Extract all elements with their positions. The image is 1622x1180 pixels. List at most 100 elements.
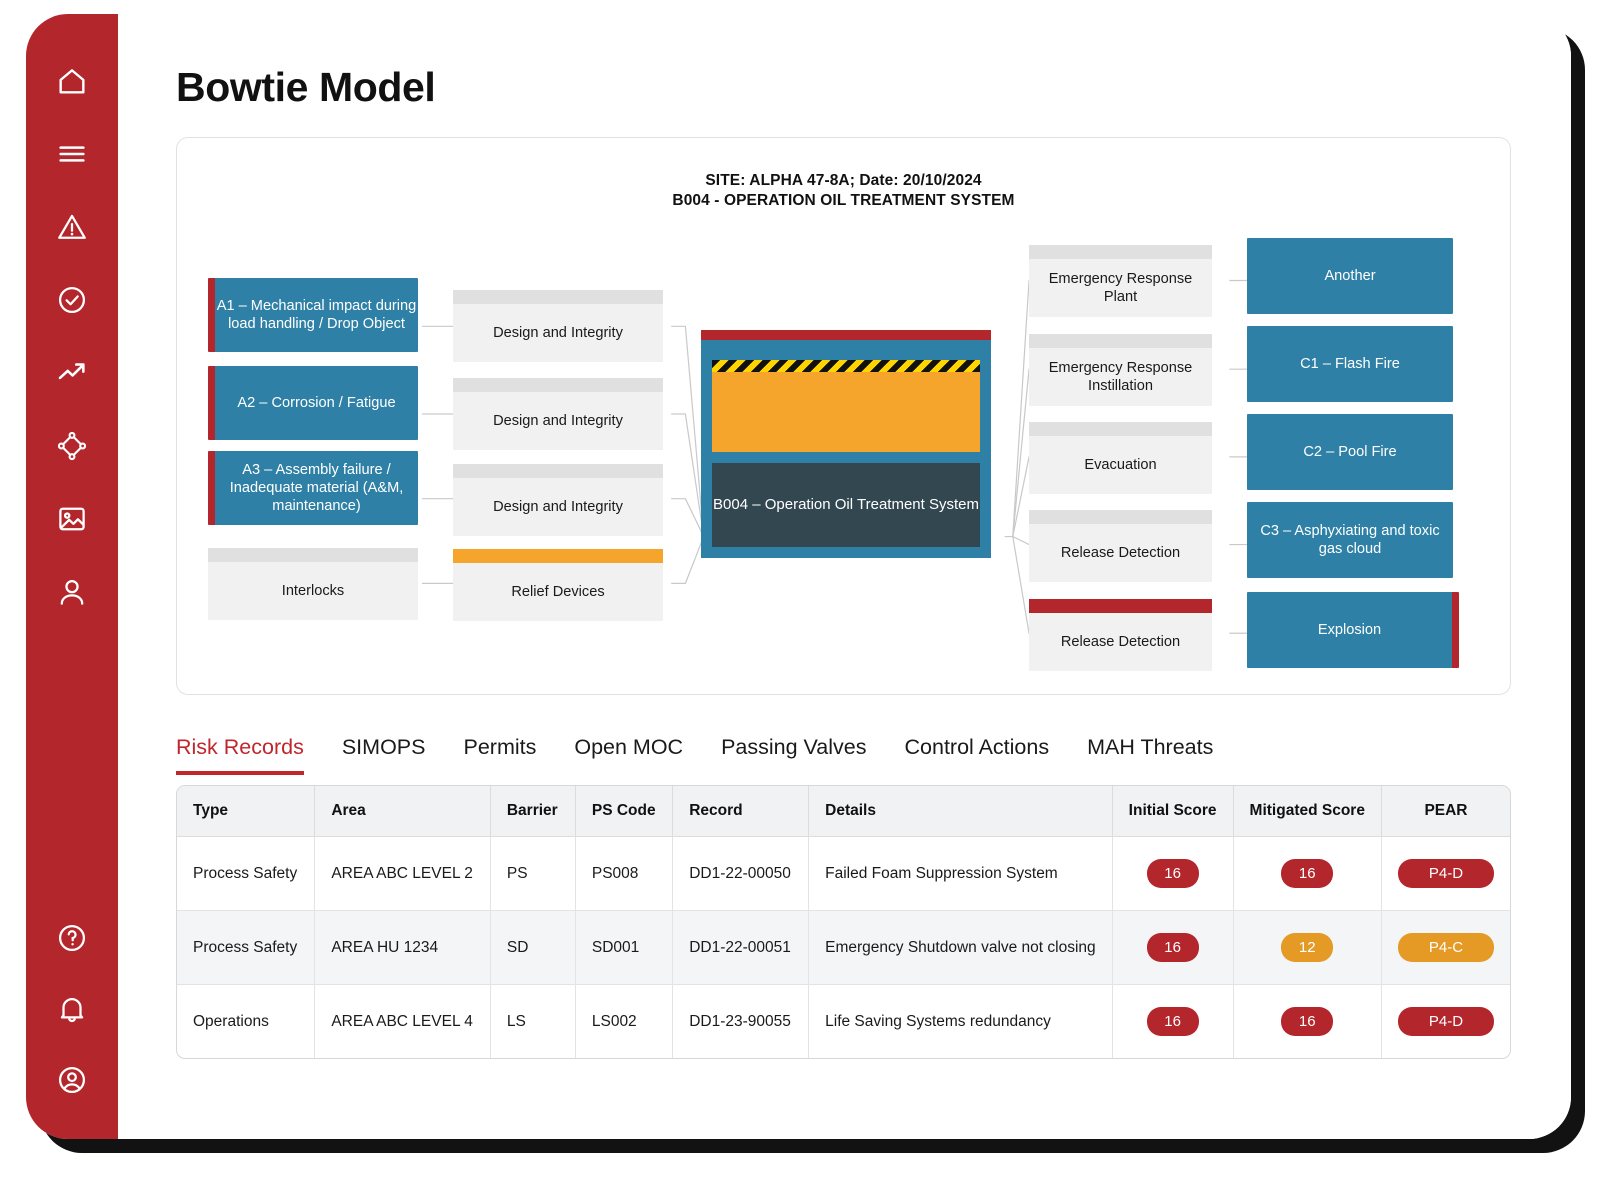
barrier-label: Evacuation xyxy=(1084,456,1157,473)
barrier-label: Emergency Response Instillation xyxy=(1048,359,1193,394)
check-circle-icon[interactable] xyxy=(55,283,89,317)
consequence-node-c1[interactable]: C1 – Flash Fire xyxy=(1247,326,1453,402)
barrier-label: Emergency Response Plant xyxy=(1048,270,1193,305)
account-circle-icon[interactable] xyxy=(55,1063,89,1097)
table-row[interactable]: Process Safety AREA HU 1234 SD SD001 DD1… xyxy=(177,910,1510,985)
prevention-barrier-3[interactable]: Design and Integrity xyxy=(453,464,663,536)
cell-initial-score: 16 xyxy=(1112,836,1234,911)
cell-details: Failed Foam Suppression System xyxy=(808,836,1113,911)
barrier-cap xyxy=(1029,422,1212,436)
mitigation-barrier-5[interactable]: Release Detection xyxy=(1029,599,1212,671)
tab-simops[interactable]: SIMOPS xyxy=(342,735,426,775)
cell-ps-code: PS008 xyxy=(575,836,674,911)
cell-area: AREA HU 1234 xyxy=(314,910,491,985)
menu-icon[interactable] xyxy=(55,137,89,171)
trending-up-icon[interactable] xyxy=(55,356,89,390)
status-badge: 16 xyxy=(1281,859,1334,888)
threat-node-a2[interactable]: A2 – Corrosion / Fatigue xyxy=(208,366,418,440)
status-badge: 16 xyxy=(1146,933,1199,962)
hazard-center-node[interactable]: B004 – Operation Oil Treatment System xyxy=(701,330,991,558)
cell-area: AREA ABC LEVEL 2 xyxy=(314,836,491,911)
consequence-label: C2 – Pool Fire xyxy=(1303,443,1397,460)
tab-risk-records[interactable]: Risk Records xyxy=(176,735,304,775)
cell-pear: P4-C xyxy=(1381,910,1510,985)
column-header-pear[interactable]: PEAR xyxy=(1381,786,1510,837)
cell-pear: P4-D xyxy=(1381,836,1510,911)
cell-barrier: LS xyxy=(490,984,576,1058)
column-header-initial-score[interactable]: Initial Score xyxy=(1112,786,1234,837)
consequence-node-another[interactable]: Another xyxy=(1247,238,1453,314)
warning-triangle-icon[interactable] xyxy=(55,210,89,244)
consequence-node-c2[interactable]: C2 – Pool Fire xyxy=(1247,414,1453,490)
cell-record: DD1-22-00050 xyxy=(672,836,810,911)
mitigation-barrier-2[interactable]: Emergency Response Instillation xyxy=(1029,334,1212,406)
barrier-label: Design and Integrity xyxy=(493,324,623,341)
hazard-top-bar xyxy=(701,330,991,340)
column-header-record[interactable]: Record xyxy=(672,786,810,837)
status-badge: 16 xyxy=(1281,1007,1334,1036)
status-badge: 16 xyxy=(1146,859,1199,888)
tab-mah-threats[interactable]: MAH Threats xyxy=(1087,735,1213,775)
consequence-label: Explosion xyxy=(1317,621,1382,638)
help-circle-icon[interactable] xyxy=(55,921,89,955)
mitigation-barrier-4[interactable]: Release Detection xyxy=(1029,510,1212,582)
tab-control-actions[interactable]: Control Actions xyxy=(905,735,1050,775)
cell-initial-score: 16 xyxy=(1112,910,1234,985)
column-header-type[interactable]: Type xyxy=(177,786,316,837)
barrier-cap xyxy=(453,549,663,563)
barrier-label: Design and Integrity xyxy=(493,412,623,429)
tab-passing-valves[interactable]: Passing Valves xyxy=(721,735,866,775)
status-badge: P4-D xyxy=(1397,859,1494,888)
hazard-label: B004 – Operation Oil Treatment System xyxy=(713,496,979,514)
status-badge: P4-C xyxy=(1397,933,1494,962)
threat-label: A1 – Mechanical impact during load handl… xyxy=(216,297,417,332)
sidebar-bottom-nav xyxy=(26,921,118,1097)
consequence-node-explosion[interactable]: Explosion xyxy=(1247,592,1459,668)
cell-record: DD1-22-00051 xyxy=(672,910,810,985)
cell-barrier: SD xyxy=(490,910,576,985)
prevention-barrier-2[interactable]: Design and Integrity xyxy=(453,378,663,450)
home-icon[interactable] xyxy=(55,64,89,98)
network-nodes-icon[interactable] xyxy=(55,429,89,463)
column-header-details[interactable]: Details xyxy=(808,786,1113,837)
app-window: Bowtie Model SITE: ALPHA 47-8A; Date: 20… xyxy=(26,14,1571,1139)
cell-details: Life Saving Systems redundancy xyxy=(808,984,1113,1058)
threat-node-a3[interactable]: A3 – Assembly failure / Inadequate mater… xyxy=(208,451,418,525)
cell-type: Operations xyxy=(177,984,316,1058)
tab-permits[interactable]: Permits xyxy=(463,735,536,775)
sidebar xyxy=(26,14,118,1139)
prevention-barrier-4[interactable]: Relief Devices xyxy=(453,549,663,621)
consequence-label: C1 – Flash Fire xyxy=(1300,355,1400,372)
image-icon[interactable] xyxy=(55,502,89,536)
barrier-label: Relief Devices xyxy=(511,583,605,600)
cell-ps-code: LS002 xyxy=(575,984,674,1058)
barrier-cap xyxy=(208,548,418,562)
column-header-ps-code[interactable]: PS Code xyxy=(575,786,674,837)
consequence-node-c3[interactable]: C3 – Asphyxiating and toxic gas cloud xyxy=(1247,502,1453,578)
cell-initial-score: 16 xyxy=(1112,984,1234,1058)
hazard-orange-panel xyxy=(712,360,980,452)
cell-mitigated-score: 16 xyxy=(1233,836,1382,911)
table-row[interactable]: Process Safety AREA ABC LEVEL 2 PS PS008… xyxy=(177,836,1510,911)
threat-node-a1[interactable]: A1 – Mechanical impact during load handl… xyxy=(208,278,418,352)
consequence-label: Another xyxy=(1324,267,1376,284)
prevention-barrier-1[interactable]: Design and Integrity xyxy=(453,290,663,362)
main-content: Bowtie Model SITE: ALPHA 47-8A; Date: 20… xyxy=(118,14,1571,1139)
column-header-area[interactable]: Area xyxy=(314,786,491,837)
column-header-mitigated-score[interactable]: Mitigated Score xyxy=(1233,786,1382,837)
tab-open-moc[interactable]: Open MOC xyxy=(574,735,683,775)
cell-record: DD1-23-90055 xyxy=(672,984,810,1058)
threat-node-interlocks[interactable]: Interlocks xyxy=(208,548,418,620)
status-badge: 16 xyxy=(1146,1007,1199,1036)
risk-records-table: Type Area Barrier PS Code Record Details… xyxy=(176,785,1511,1059)
table-row[interactable]: Operations AREA ABC LEVEL 4 LS LS002 DD1… xyxy=(177,984,1510,1058)
mitigation-barrier-1[interactable]: Emergency Response Plant xyxy=(1029,245,1212,317)
cell-mitigated-score: 16 xyxy=(1233,984,1382,1058)
user-icon[interactable] xyxy=(55,575,89,609)
mitigation-barrier-3[interactable]: Evacuation xyxy=(1029,422,1212,494)
consequence-label: C3 – Asphyxiating and toxic gas cloud xyxy=(1260,522,1440,557)
threat-label: A3 – Assembly failure / Inadequate mater… xyxy=(229,461,404,515)
cell-details: Emergency Shutdown valve not closing xyxy=(808,910,1113,985)
bell-icon[interactable] xyxy=(55,992,89,1026)
column-header-barrier[interactable]: Barrier xyxy=(490,786,576,837)
